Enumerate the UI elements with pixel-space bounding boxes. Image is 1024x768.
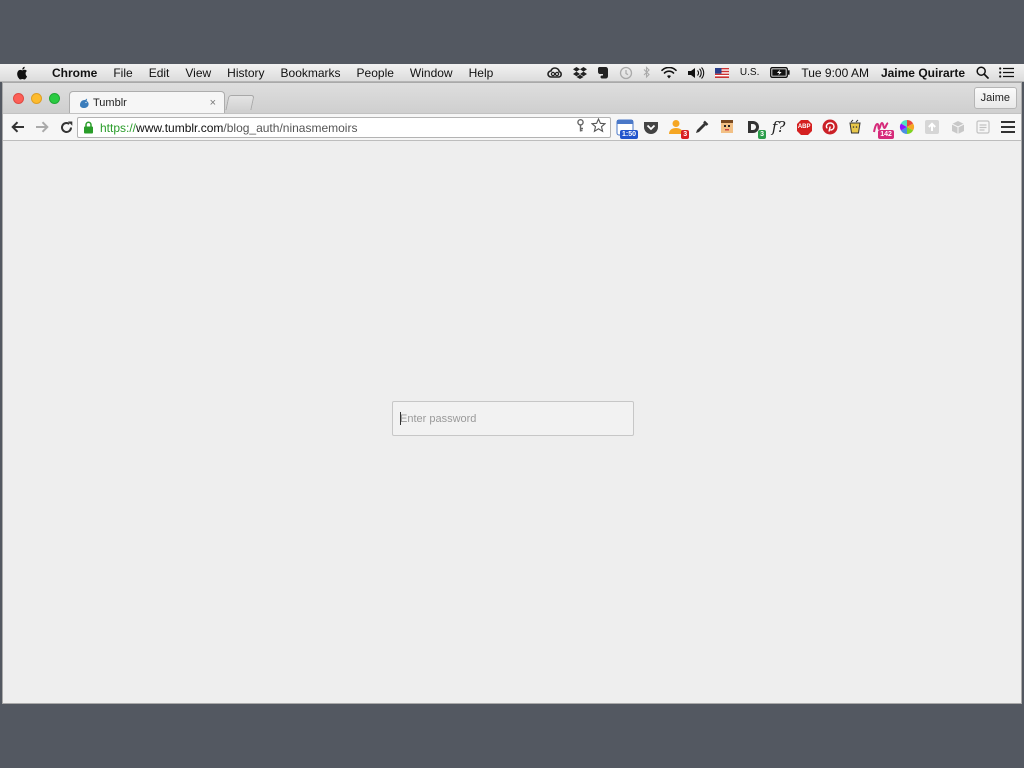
spotlight-search-icon[interactable] (976, 66, 989, 79)
dropbox-icon[interactable] (572, 66, 587, 79)
menubar-clock[interactable]: Tue 9:00 AM (801, 66, 869, 80)
close-window-button[interactable] (13, 93, 24, 104)
key-icon[interactable] (576, 118, 585, 137)
password-input[interactable] (392, 401, 634, 436)
address-bar[interactable]: https://www.tumblr.com/blog_auth/ninasme… (77, 117, 611, 138)
chrome-menu-icon[interactable] (1001, 120, 1015, 134)
list-icon[interactable] (973, 117, 993, 137)
menu-bookmarks[interactable]: Bookmarks (273, 64, 349, 82)
tab-title: Tumblr (93, 96, 127, 109)
tab-tumblr[interactable]: Tumblr × (69, 91, 225, 113)
battery-icon[interactable] (770, 67, 790, 78)
url-path: /blog_auth/ninasmemoirs (223, 120, 358, 135)
pocket-icon[interactable] (641, 117, 661, 137)
menu-help[interactable]: Help (461, 64, 502, 82)
adblock-icon[interactable]: ABP (794, 117, 814, 137)
adblock-label: ABP (797, 124, 811, 130)
eyedropper-icon[interactable] (692, 117, 712, 137)
calendar-badge: 1:50 (619, 130, 638, 139)
us-flag-icon[interactable] (714, 67, 729, 78)
url-host: www.tumblr.com (136, 120, 224, 135)
bluetooth-icon[interactable] (643, 66, 651, 79)
menu-bar-line (1001, 126, 1015, 128)
volume-icon[interactable] (687, 66, 705, 79)
wifi-icon[interactable] (661, 66, 677, 79)
calendar-icon[interactable]: 1:50 (615, 117, 638, 139)
creative-cloud-icon[interactable] (547, 66, 563, 79)
new-tab-button[interactable] (225, 95, 255, 110)
menubar-status-area: U.S. Tue 9:00 AM Jaime Quirarte (542, 64, 1024, 82)
reload-button[interactable] (55, 116, 77, 138)
zoom-window-button[interactable] (49, 93, 60, 104)
apple-icon[interactable] (16, 66, 32, 80)
tab-strip: Tumblr × Jaime (3, 83, 1021, 113)
menu-view[interactable]: View (177, 64, 219, 82)
menu-bar-line (1001, 121, 1015, 123)
menu-edit[interactable]: Edit (141, 64, 178, 82)
menu-file[interactable]: File (105, 64, 140, 82)
d-extension-icon[interactable]: 3 (743, 117, 766, 139)
url-scheme: https:// (100, 120, 137, 135)
m-extension-badge: 142 (878, 130, 894, 139)
omnibox-actions (576, 117, 607, 138)
box-icon[interactable] (948, 117, 968, 137)
menu-window[interactable]: Window (402, 64, 461, 82)
people-icon[interactable]: 3 (666, 117, 690, 139)
menu-bar-line (1001, 131, 1015, 133)
tumblr-bird-icon (78, 97, 90, 109)
upload-icon[interactable] (922, 117, 942, 137)
window-controls (13, 93, 60, 104)
people-badge: 3 (681, 130, 690, 139)
m-extension-icon[interactable]: 142 (871, 117, 894, 139)
text-caret (400, 412, 401, 425)
browser-window: Tumblr × Jaime https://www.tumblr.com/bl… (2, 82, 1022, 704)
bookmark-star-icon[interactable] (590, 117, 607, 138)
whatfont-icon[interactable]: f? (769, 117, 789, 137)
pinterest-icon[interactable] (820, 117, 840, 137)
menu-people[interactable]: People (349, 64, 402, 82)
color-wheel-icon[interactable] (897, 117, 917, 137)
notification-center-icon[interactable] (999, 67, 1014, 78)
profile-button[interactable]: Jaime (973, 87, 1017, 109)
evernote-icon[interactable] (597, 66, 609, 79)
cup-icon[interactable] (845, 117, 865, 137)
macos-menu-bar: Chrome File Edit View History Bookmarks … (0, 64, 1024, 82)
extension-icons: 1:50 3 3 f? ABP 142 (615, 117, 999, 139)
forward-button[interactable] (31, 116, 53, 138)
menu-app-chrome[interactable]: Chrome (44, 64, 105, 82)
close-tab-icon[interactable]: × (210, 97, 216, 109)
secure-lock-icon[interactable] (83, 121, 95, 134)
d-extension-badge: 3 (758, 130, 766, 139)
menubar-user-name[interactable]: Jaime Quirarte (881, 66, 965, 80)
menu-history[interactable]: History (219, 64, 272, 82)
browser-toolbar: https://www.tumblr.com/blog_auth/ninasme… (3, 113, 1021, 141)
input-source-label[interactable]: U.S. (740, 67, 759, 78)
time-machine-icon[interactable] (619, 66, 633, 80)
page-content (3, 141, 1021, 703)
minimize-window-button[interactable] (31, 93, 42, 104)
url-text[interactable]: https://www.tumblr.com/blog_auth/ninasme… (100, 121, 357, 135)
back-button[interactable] (7, 116, 29, 138)
face-icon[interactable] (717, 117, 737, 137)
